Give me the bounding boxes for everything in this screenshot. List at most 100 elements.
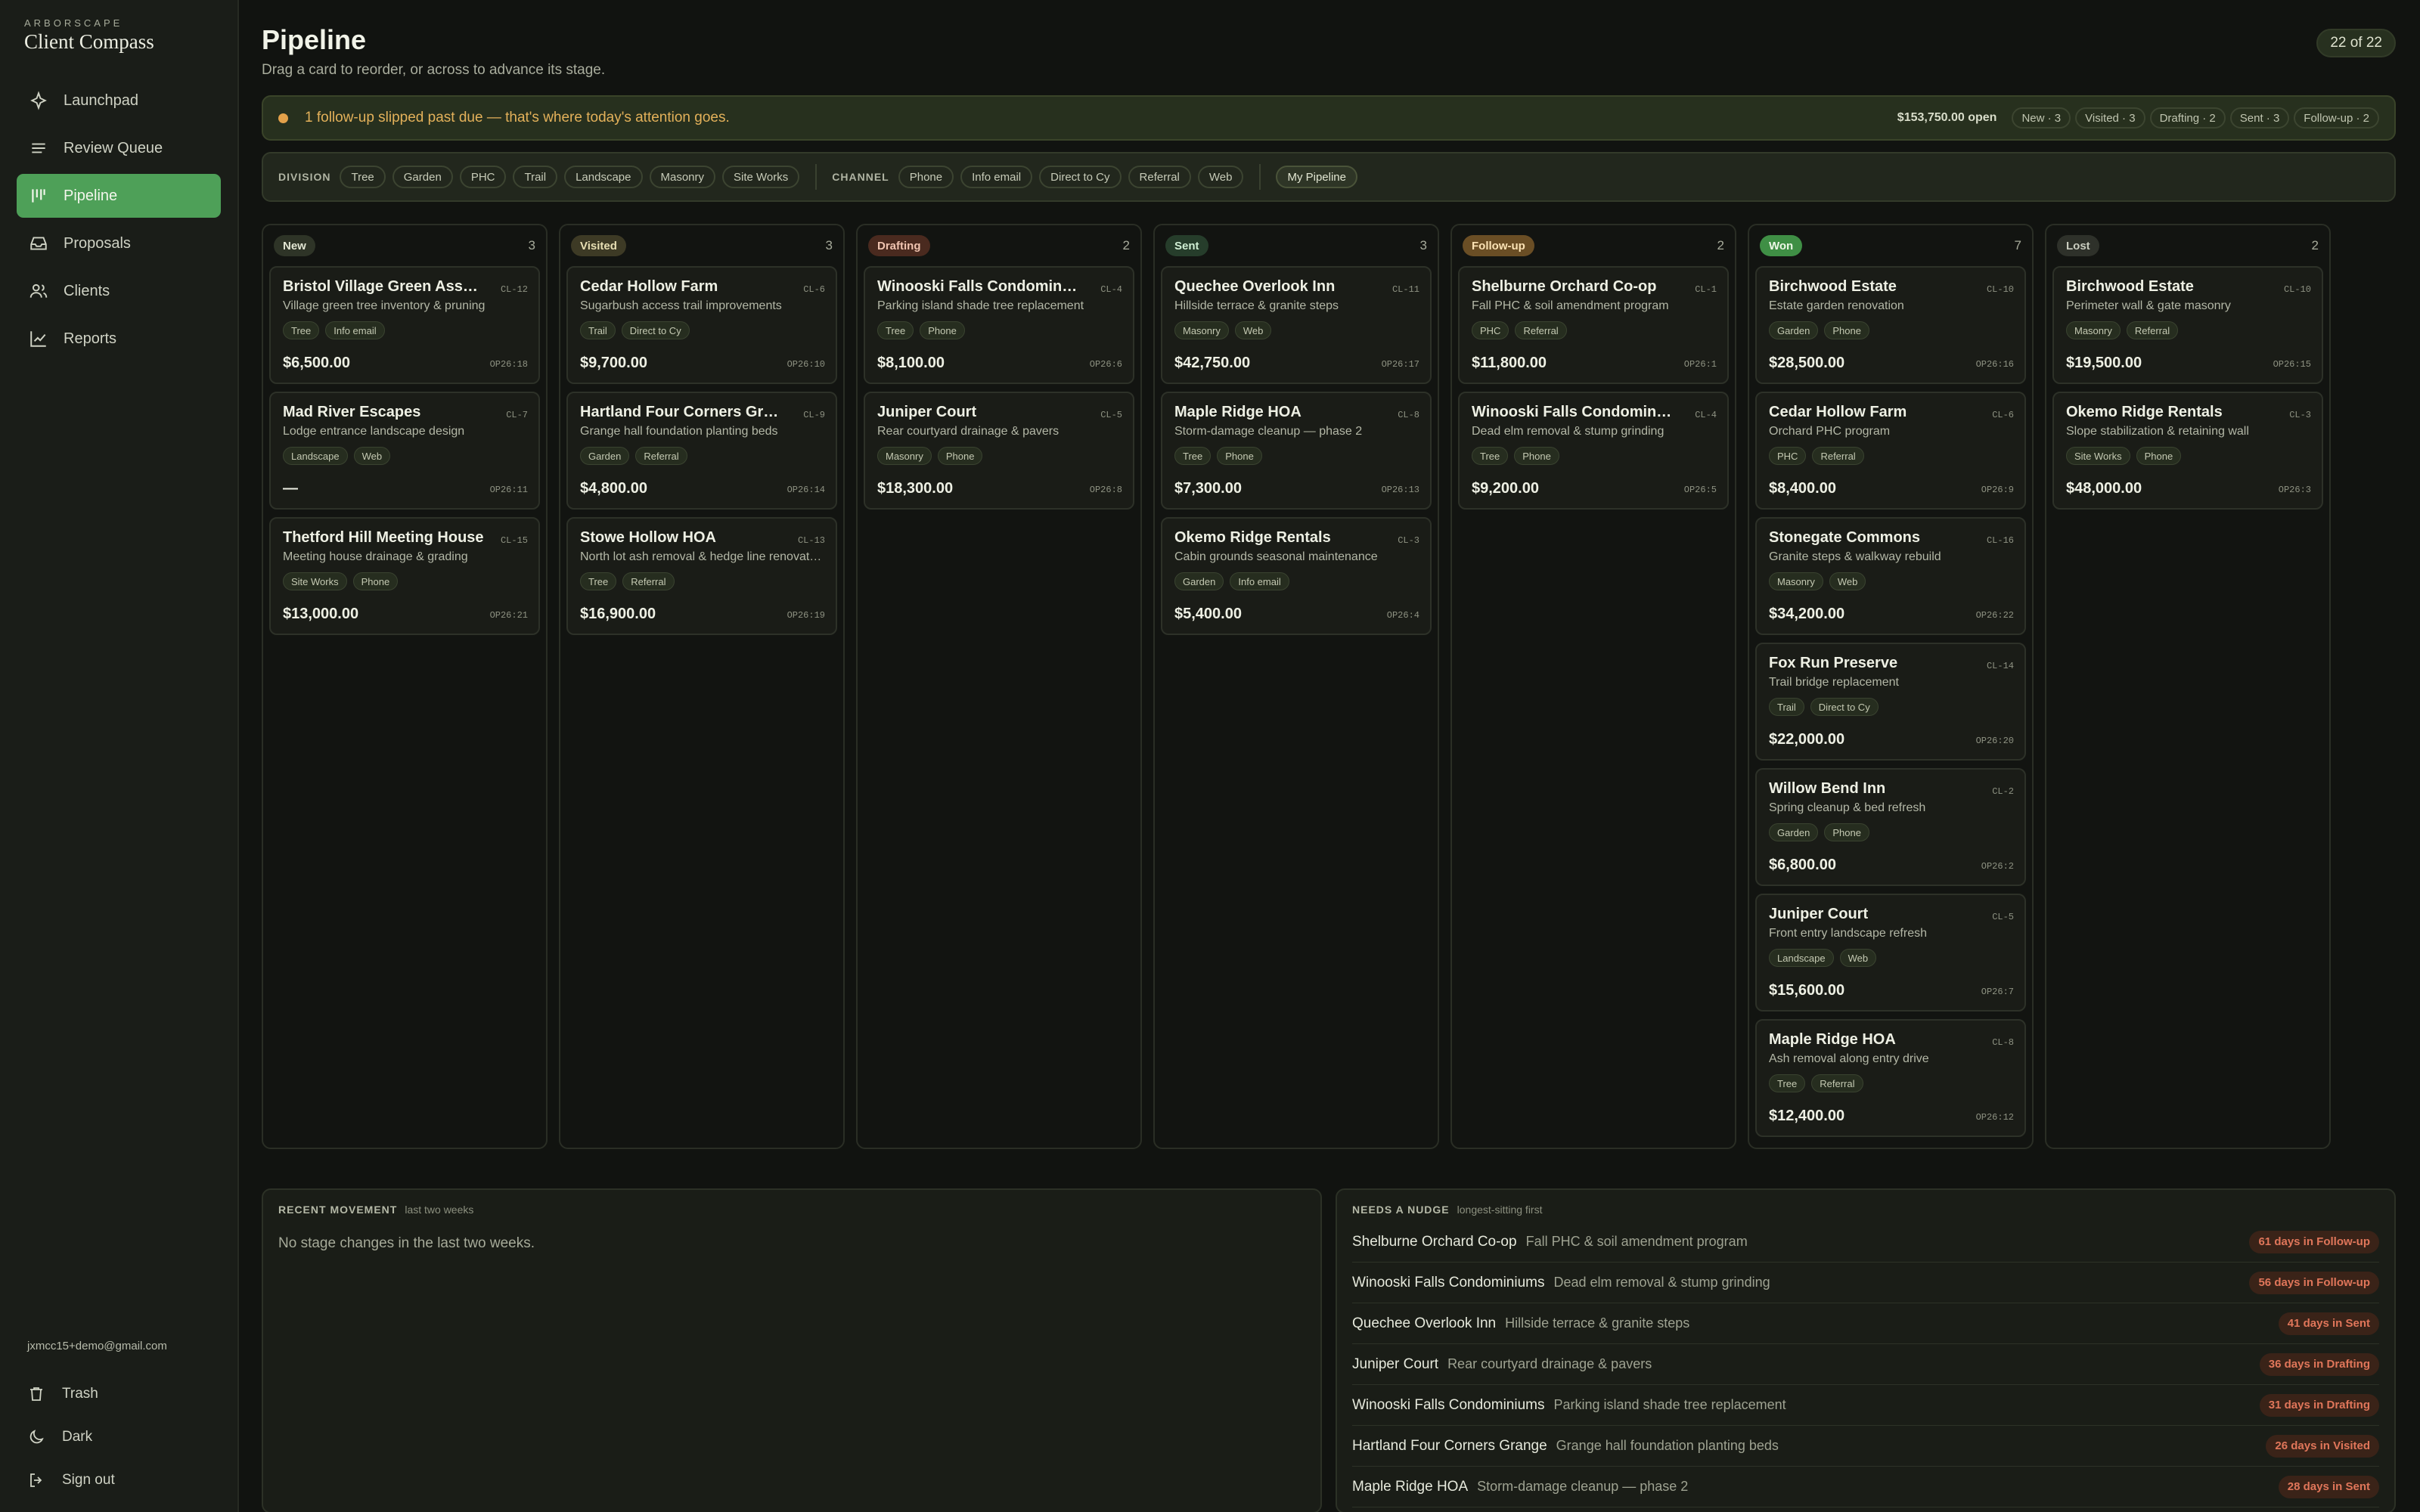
nudge-row[interactable]: Shelburne Orchard Co-op Fall PHC & soil a… (1352, 1222, 2379, 1263)
channel-chip[interactable]: Web (1197, 166, 1244, 188)
stage-summary-pill[interactable]: Sent · 3 (2229, 107, 2290, 129)
opportunity-card[interactable]: Maple Ridge HOA CL-8 Ash removal along ent… (1755, 1019, 2026, 1137)
opportunity-card[interactable]: Okemo Ridge Rentals CL-3 Slope stabilizati… (2052, 392, 2323, 510)
opportunity-card[interactable]: Cedar Hollow Farm CL-6 Sugarbush access tr… (566, 266, 837, 384)
opportunity-card[interactable]: Shelburne Orchard Co-op CL-1 Fall PHC & so… (1458, 266, 1729, 384)
sidebar-item-pipeline[interactable]: Pipeline (17, 174, 221, 218)
page-title: Pipeline (262, 24, 367, 55)
card-tags: Site Works Phone (283, 572, 528, 590)
sidebar-item-review-queue[interactable]: Review Queue (17, 126, 221, 170)
sidebar-item-launchpad[interactable]: Launchpad (17, 79, 221, 122)
card-tag: Garden (580, 447, 630, 465)
stage-badge: Lost (2057, 235, 2099, 256)
card-tag: Referral (635, 447, 687, 465)
opportunity-card[interactable]: Stowe Hollow HOA CL-13 North lot ash remov… (566, 517, 837, 635)
stage-summary-pill[interactable]: Visited · 3 (2075, 107, 2145, 129)
card-description: Cabin grounds seasonal maintenance (1174, 550, 1378, 563)
nudge-row[interactable]: Hartland Four Corners Grange Grange hall … (1352, 1426, 2379, 1467)
division-chip[interactable]: PHC (459, 166, 507, 188)
nudge-row[interactable]: Winooski Falls Condominiums Dead elm remo… (1352, 1263, 2379, 1303)
sidebar-item-reports[interactable]: Reports (17, 317, 221, 361)
opportunity-card[interactable]: Juniper Court CL-5 Rear courtyard drainage… (864, 392, 1134, 510)
nudge-row[interactable]: Maple Ridge HOA Storm-damage cleanup — ph… (1352, 1467, 2379, 1507)
column-header: Lost 2 (2052, 234, 2323, 257)
channel-chip[interactable]: Info email (960, 166, 1033, 188)
card-description: Storm-damage cleanup — phase 2 (1174, 425, 1363, 438)
card-tag: Phone (1824, 823, 1869, 841)
opportunity-card[interactable]: Okemo Ridge Rentals CL-3 Cabin grounds sea… (1161, 517, 1432, 635)
stage-summary-pill[interactable]: Drafting · 2 (2149, 107, 2226, 129)
nudge-row[interactable]: Winooski Falls Condominiums Parking islan… (1352, 1385, 2379, 1426)
card-client-id: CL-11 (1392, 284, 1419, 295)
opportunity-card[interactable]: Mad River Escapes CL-7 Lodge entrance land… (269, 392, 540, 510)
opportunity-card[interactable]: Cedar Hollow Farm CL-6 Orchard PHC program… (1755, 392, 2026, 510)
card-client-name: Stowe Hollow HOA (580, 529, 716, 546)
division-chip[interactable]: Tree (340, 166, 386, 188)
sparkle-icon (30, 91, 47, 110)
card-tag: Tree (1769, 1074, 1806, 1092)
card-tag: Tree (1472, 447, 1509, 465)
division-chip[interactable]: Site Works (722, 166, 800, 188)
card-opportunity-id: OP26:2 (1981, 861, 2014, 872)
channel-chip[interactable]: Phone (898, 166, 954, 188)
opportunity-card[interactable]: Fox Run Preserve CL-14 Trail bridge replac… (1755, 643, 2026, 761)
card-client-name: Juniper Court (1769, 906, 1869, 922)
channel-chip[interactable]: Direct to Cy (1039, 166, 1122, 188)
card-client-name: Mad River Escapes (283, 404, 421, 420)
sidebar-item-proposals[interactable]: Proposals (17, 222, 221, 265)
opportunity-card[interactable]: Birchwood Estate CL-10 Perimeter wall & ga… (2052, 266, 2323, 384)
days-in-stage-badge: 56 days in Follow-up (2249, 1271, 2379, 1294)
channel-chip[interactable]: Referral (1128, 166, 1191, 188)
card-client-name: Hartland Four Corners Grange (580, 404, 783, 420)
card-tag: Trail (580, 321, 616, 339)
stage-summary-pill[interactable]: Follow-up · 2 (2294, 107, 2379, 129)
theme-toggle[interactable]: Dark (17, 1415, 221, 1458)
opportunity-card[interactable]: Stonegate Commons CL-16 Granite steps & wa… (1755, 517, 2026, 635)
sidebar-item-label: Review Queue (64, 139, 163, 156)
sidebar-item-clients[interactable]: Clients (17, 269, 221, 313)
opportunity-card[interactable]: Winooski Falls Condominiums CL-4 Dead elm … (1458, 392, 1729, 510)
card-opportunity-id: OP26:17 (1381, 359, 1419, 370)
nudge-list: Shelburne Orchard Co-op Fall PHC & soil a… (1352, 1222, 2379, 1507)
card-description: Granite steps & walkway rebuild (1769, 550, 1941, 563)
card-client-id: CL-5 (1992, 912, 2014, 922)
card-opportunity-id: OP26:3 (2278, 485, 2311, 495)
nudge-client-name: Hartland Four Corners Grange (1352, 1437, 1547, 1454)
opportunity-card[interactable]: Winooski Falls Condominiums CL-4 Parking i… (864, 266, 1134, 384)
nudge-row[interactable]: Quechee Overlook Inn Hillside terrace & g… (1352, 1303, 2379, 1344)
division-chip[interactable]: Landscape (564, 166, 643, 188)
card-description: North lot ash removal & hedge line renov… (580, 550, 822, 563)
card-tag: Referral (622, 572, 675, 590)
card-description: Rear courtyard drainage & pavers (877, 425, 1060, 438)
opportunity-card[interactable]: Quechee Overlook Inn CL-11 Hillside terrac… (1161, 266, 1432, 384)
sign-out-button[interactable]: Sign out (17, 1458, 221, 1501)
my-pipeline-toggle[interactable]: My Pipeline (1276, 166, 1357, 188)
column-count: 3 (825, 238, 833, 253)
card-client-id: CL-4 (1695, 410, 1717, 420)
card-tag: Phone (1824, 321, 1869, 339)
opportunity-card[interactable]: Hartland Four Corners Grange CL-9 Grange h… (566, 392, 837, 510)
opportunity-card[interactable]: Bristol Village Green Association CL-12 Vi… (269, 266, 540, 384)
card-opportunity-id: OP26:8 (1089, 485, 1122, 495)
card-tag: Tree (580, 572, 617, 590)
opportunity-card[interactable]: Willow Bend Inn CL-2 Spring cleanup & bed … (1755, 768, 2026, 886)
stage-summary-pill[interactable]: New · 3 (2012, 107, 2071, 129)
card-client-id: CL-2 (1992, 786, 2014, 797)
days-in-stage-badge: 41 days in Sent (2278, 1312, 2379, 1335)
card-tag: Landscape (283, 447, 348, 465)
card-tag: Masonry (1769, 572, 1823, 590)
opportunity-card[interactable]: Maple Ridge HOA CL-8 Storm-damage cleanup … (1161, 392, 1432, 510)
trash-button[interactable]: Trash (17, 1372, 221, 1415)
division-chip[interactable]: Masonry (649, 166, 716, 188)
division-chip[interactable]: Trail (513, 166, 558, 188)
card-tag: Masonry (877, 447, 932, 465)
card-description: Lodge entrance landscape design (283, 425, 465, 438)
opportunity-card[interactable]: Juniper Court CL-5 Front entry landscape r… (1755, 894, 2026, 1012)
nudge-row[interactable]: Juniper Court Rear courtyard drainage & p… (1352, 1344, 2379, 1385)
card-client-name: Maple Ridge HOA (1174, 404, 1302, 420)
pipeline-column-won: Won 7 Birchwood Estate CL-10 Estate garden r… (1748, 224, 2034, 1149)
opportunity-card[interactable]: Thetford Hill Meeting House CL-15 Meeting … (269, 517, 540, 635)
card-client-name: Stonegate Commons (1769, 529, 1921, 546)
division-chip[interactable]: Garden (392, 166, 453, 188)
opportunity-card[interactable]: Birchwood Estate CL-10 Estate garden renov… (1755, 266, 2026, 384)
